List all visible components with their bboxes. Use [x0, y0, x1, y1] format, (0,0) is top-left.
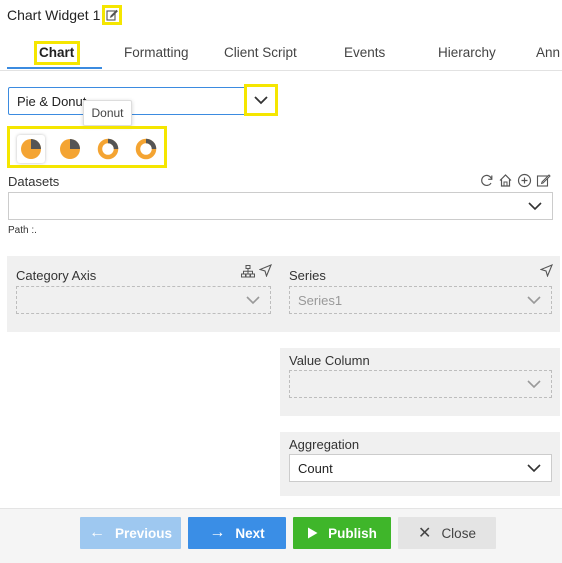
- edit-icon[interactable]: [536, 173, 551, 188]
- edit-title-button[interactable]: [102, 5, 122, 25]
- aggregation-label: Aggregation: [289, 437, 360, 452]
- value-column-select[interactable]: [289, 370, 552, 398]
- chevron-down-icon: [254, 95, 268, 104]
- tab-formatting[interactable]: Formatting: [124, 45, 189, 60]
- tab-active-underline: [7, 67, 102, 69]
- hierarchy-icon[interactable]: [241, 265, 255, 278]
- navigate-arrow-icon[interactable]: [259, 264, 272, 277]
- aggregation-select[interactable]: Count: [289, 454, 552, 482]
- value-column-panel: Value Column: [280, 348, 560, 416]
- chevron-down-icon: [246, 296, 260, 305]
- donut-chart-option[interactable]: [94, 135, 122, 163]
- publish-button[interactable]: Publish: [293, 517, 391, 549]
- close-button[interactable]: ✕ Close: [398, 517, 496, 549]
- arrow-right-icon: →: [209, 524, 226, 541]
- series-value: Series1: [298, 293, 343, 308]
- chevron-down-icon: [528, 202, 542, 211]
- tab-annotations[interactable]: Ann: [536, 45, 560, 60]
- arrow-left-icon: ←: [88, 524, 105, 541]
- category-axis-label: Category Axis: [16, 268, 97, 283]
- close-icon: ✕: [418, 525, 432, 542]
- chevron-down-icon: [527, 464, 541, 473]
- refresh-icon[interactable]: [479, 173, 494, 188]
- series-select[interactable]: Series1: [289, 286, 552, 314]
- tab-chart[interactable]: Chart: [39, 45, 74, 60]
- navigate-arrow-icon[interactable]: [540, 264, 553, 277]
- value-column-label: Value Column: [289, 353, 370, 368]
- chart-type-dropdown-button[interactable]: [244, 84, 278, 116]
- category-axis-panel: Category Axis: [7, 256, 280, 332]
- chevron-down-icon: [527, 380, 541, 389]
- pie-chart-alt-option[interactable]: [56, 135, 84, 163]
- datasets-label: Datasets: [8, 174, 60, 189]
- pie-icon: [21, 139, 41, 159]
- chart-type-tooltip: Donut: [83, 100, 132, 126]
- previous-label: Previous: [114, 525, 173, 541]
- chart-type-select[interactable]: Pie & Donut: [8, 87, 278, 115]
- aggregation-panel: Aggregation Count: [280, 432, 560, 496]
- tab-events[interactable]: Events: [344, 45, 385, 60]
- widget-title: Chart Widget 1: [7, 7, 101, 23]
- tab-client-script[interactable]: Client Script: [224, 45, 297, 60]
- donut-icon: [135, 138, 157, 160]
- chevron-down-icon: [527, 296, 541, 305]
- donut-chart-alt-option[interactable]: [132, 135, 160, 163]
- close-label: Close: [441, 525, 476, 541]
- aggregation-value: Count: [298, 461, 333, 476]
- pie-icon: [60, 139, 80, 159]
- chart-subtype-picker: [7, 126, 167, 168]
- wizard-footer: ← Previous → Next Publish ✕ Close: [0, 508, 562, 563]
- play-icon: [308, 527, 318, 539]
- pie-chart-option[interactable]: [17, 135, 45, 163]
- series-panel: Series Series1: [280, 256, 560, 332]
- tab-hierarchy[interactable]: Hierarchy: [438, 45, 496, 60]
- datasets-select[interactable]: [8, 192, 553, 220]
- series-label: Series: [289, 268, 326, 283]
- category-axis-select[interactable]: [16, 286, 271, 314]
- donut-icon: [97, 138, 119, 160]
- next-button[interactable]: → Next: [188, 517, 286, 549]
- dataset-path: Path :.: [8, 225, 37, 236]
- datasets-toolbar: [479, 173, 555, 189]
- edit-icon: [106, 9, 118, 21]
- publish-label: Publish: [328, 525, 377, 541]
- home-icon[interactable]: [498, 173, 513, 188]
- add-circle-icon[interactable]: [517, 173, 532, 188]
- next-label: Next: [235, 525, 265, 541]
- chart-type-value: Pie & Donut: [17, 94, 87, 109]
- tab-bar: Chart Formatting Client Script Events Hi…: [0, 38, 562, 71]
- previous-button[interactable]: ← Previous: [80, 517, 181, 549]
